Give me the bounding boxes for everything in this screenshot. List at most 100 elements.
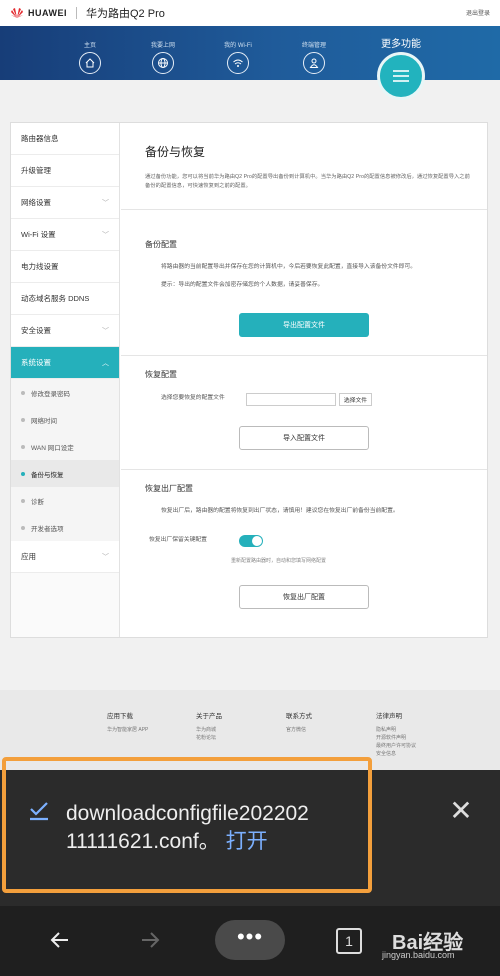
chevron-down-icon: ﹀ (102, 553, 109, 561)
sidebar-item-label: 动态域名服务 DDNS (21, 294, 90, 303)
sidebar-sub-label: 修改登录密码 (31, 390, 70, 398)
footer-title: 法律声明 (376, 713, 402, 720)
divider (121, 355, 487, 356)
sidebar-item-apps[interactable]: 应用 ﹀ (11, 541, 119, 573)
bullet-icon (21, 390, 25, 395)
factory-reset-button[interactable]: 恢复出厂配置 (239, 585, 369, 609)
tab-count-button[interactable]: 1 (336, 928, 362, 954)
footer-link[interactable]: 最终用户许可协议 (376, 742, 416, 750)
download-complete-icon (30, 802, 48, 821)
page-title: 备份与恢复 (145, 145, 206, 159)
brand-name: HUAWEI (28, 8, 67, 18)
chevron-up-icon: ︿ (102, 359, 109, 367)
sidebar-item-ddns[interactable]: 动态域名服务 DDNS (11, 283, 119, 315)
nav-label: 终端管理 (301, 43, 326, 49)
chevron-down-icon: ﹀ (102, 327, 109, 335)
top-bar: HUAWEI 华为路由Q2 Pro 退出登录 (0, 0, 500, 26)
import-config-button[interactable]: 导入配置文件 (239, 426, 369, 450)
footer-title: 关于产品 (196, 713, 222, 720)
nav-devices[interactable]: 终端管理 (284, 40, 344, 74)
bullet-icon (21, 525, 25, 530)
footer-link[interactable]: 华为智能家居 APP (107, 726, 148, 734)
backup-title: 备份配置 (145, 240, 177, 249)
sidebar-sub-label: 网络时间 (31, 417, 57, 425)
factory-reset-title: 恢复出厂配置 (145, 484, 193, 493)
more-features-label: 更多功能 (381, 39, 421, 50)
bullet-icon (21, 498, 25, 503)
backup-tip: 提示：导出的配置文件会加密存储您的个人数据，请妥善保存。 (161, 282, 324, 288)
open-file-link[interactable]: 打开 (226, 830, 268, 853)
nav-wifi[interactable]: 我的 Wi-Fi (208, 40, 268, 74)
logout-link[interactable]: 退出登录 (466, 8, 490, 17)
product-name: 华为路由Q2 Pro (86, 8, 165, 20)
sidebar-item-label: 路由器信息 (21, 134, 59, 143)
bullet-icon (21, 471, 25, 476)
footer-title: 应用下载 (107, 713, 133, 720)
back-arrow-icon[interactable] (48, 928, 72, 952)
factory-reset-text: 恢复出厂后，路由器的配置将恢复到出厂状态，请慎用！建议您在恢复出厂前备份当前配置… (161, 508, 399, 514)
sidebar-item-security[interactable]: 安全设置 ﹀ (11, 315, 119, 347)
sidebar-sub-diagnose[interactable]: 诊断 (11, 487, 119, 514)
footer-col-contact: 联系方式 官方微信 (286, 710, 312, 734)
file-path-input[interactable] (246, 393, 336, 406)
footer-link[interactable]: 华为商城 (196, 726, 222, 734)
sidebar-item-label: 应用 (21, 552, 36, 561)
content-panel: 路由器信息 升级管理 网络设置 ﹀ Wi-Fi 设置 ﹀ 电力线设置 动态域名服务 … (10, 122, 488, 638)
sidebar-item-network[interactable]: 网络设置 ﹀ (11, 187, 119, 219)
restore-label: 选择您要恢复的配置文件 (161, 395, 225, 401)
header-divider (76, 7, 77, 19)
sidebar-sub-backup[interactable]: 备份与恢复 (11, 460, 119, 487)
hamburger-icon (393, 70, 409, 82)
nav-internet[interactable]: 我要上网 (133, 40, 193, 74)
restore-title: 恢复配置 (145, 370, 177, 379)
sidebar-item-label: 系统设置 (21, 358, 51, 367)
keep-config-toggle[interactable] (239, 535, 263, 547)
sidebar-sub-password[interactable]: 修改登录密码 (11, 379, 119, 406)
page-description: 通过备份功能，您可以将当前华为路由Q2 Pro的配置导出备份到计算机中。当华为路… (145, 174, 470, 189)
sidebar-item-wifi[interactable]: Wi-Fi 设置 ﹀ (11, 219, 119, 251)
sidebar-item-label: Wi-Fi 设置 (21, 230, 56, 239)
sidebar-item-router-info[interactable]: 路由器信息 (11, 123, 119, 155)
bullet-icon (21, 444, 25, 449)
sidebar-item-label: 电力线设置 (21, 262, 59, 271)
forward-arrow-icon[interactable] (138, 928, 162, 952)
bullet-icon (21, 417, 25, 422)
nav-label: 我要上网 (150, 43, 175, 49)
footer-link[interactable]: 安全信息 (376, 750, 416, 758)
more-menu-button[interactable] (377, 52, 425, 100)
footer-col-legal: 法律声明 隐私声明 开源软件声明 最终用户许可协议 安全信息 (376, 710, 416, 758)
footer-link[interactable]: 开源软件声明 (376, 734, 416, 742)
nav-home[interactable]: 主页 (60, 40, 120, 74)
sidebar-item-label: 安全设置 (21, 326, 51, 335)
nav-label: 我的 Wi-Fi (224, 43, 252, 49)
sidebar-sub-developer[interactable]: 开发者选项 (11, 514, 119, 541)
sidebar-sub-wan[interactable]: WAN 网口设定 (11, 433, 119, 460)
divider (121, 209, 487, 210)
download-message: downloadconfigfile20220211111621.conf。 打… (66, 800, 316, 856)
sidebar-item-system[interactable]: 系统设置 ︿ (11, 347, 119, 379)
footer-link[interactable]: 花粉论坛 (196, 734, 222, 742)
export-config-button[interactable]: 导出配置文件 (239, 313, 369, 337)
backup-text: 将路由器的当前配置导出并保存在您的计算机中，今后若要恢复此配置，直接导入该备份文… (161, 264, 417, 270)
sidebar-item-label: 升级管理 (21, 166, 51, 175)
footer-link[interactable]: 官方微信 (286, 726, 312, 734)
footer-col-download: 应用下载 华为智能家居 APP (107, 710, 148, 734)
more-features[interactable]: 更多功能 (371, 34, 431, 52)
footer-link[interactable]: 隐私声明 (376, 726, 416, 734)
close-icon[interactable]: ✕ (446, 796, 476, 826)
browser-menu-button[interactable]: ••• (215, 920, 285, 960)
sidebar-sub-time[interactable]: 网络时间 (11, 406, 119, 433)
globe-icon (152, 52, 174, 74)
download-filename: downloadconfigfile20220211111621.conf。 (66, 802, 309, 853)
sidebar-sub-label: 开发者选项 (31, 525, 64, 533)
keep-config-label: 恢复出厂保留关键配置 (149, 537, 207, 543)
footer-title: 联系方式 (286, 713, 312, 720)
home-icon (79, 52, 101, 74)
sidebar-item-label: 网络设置 (21, 198, 51, 207)
sidebar-item-upgrade[interactable]: 升级管理 (11, 155, 119, 187)
choose-file-button[interactable]: 选择文件 (339, 393, 372, 406)
chevron-down-icon: ﹀ (102, 231, 109, 239)
sidebar-item-powerline[interactable]: 电力线设置 (11, 251, 119, 283)
sidebar-sub-label: WAN 网口设定 (31, 444, 74, 452)
sidebar-sub-label: 备份与恢复 (31, 471, 64, 479)
